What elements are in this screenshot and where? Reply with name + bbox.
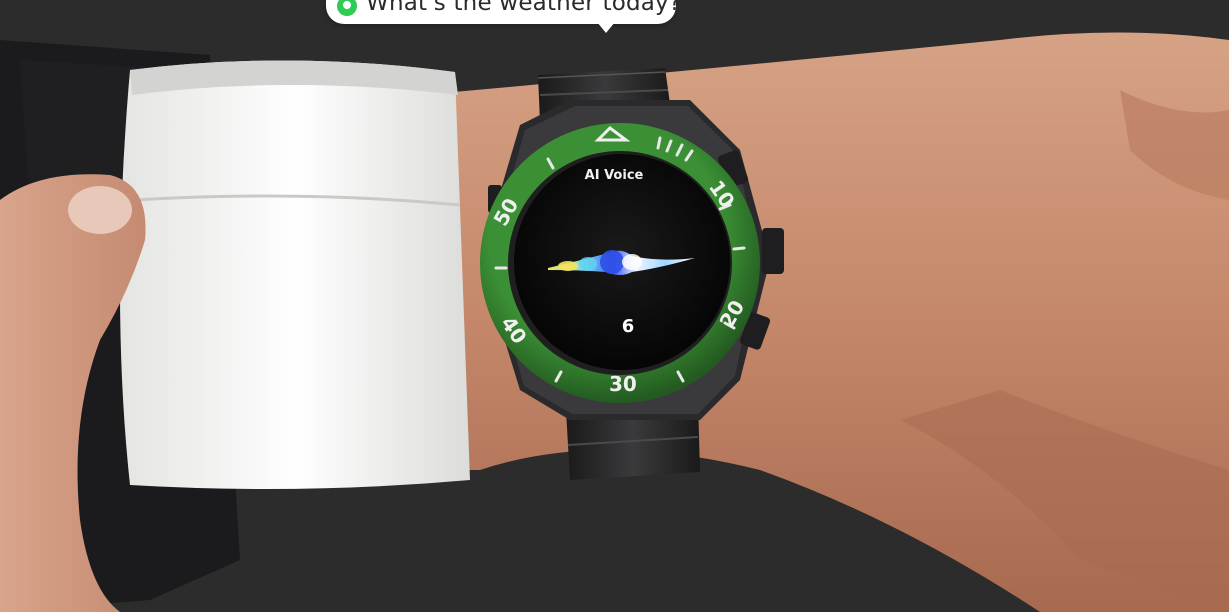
bezel-number-30: 30 (609, 372, 637, 396)
watch-crown (762, 228, 784, 274)
speech-bubble-text: What's the weather today? (366, 0, 682, 16)
screen-title: AI Voice (584, 168, 644, 183)
product-photo: 10 20 30 40 50 What's the weather today?… (0, 0, 1229, 612)
screen-value: 6 (621, 316, 635, 337)
photo-illustration (0, 0, 1229, 612)
thumbnail (68, 186, 132, 234)
shirt-cuff (120, 60, 470, 489)
speech-bubble-tail (597, 22, 615, 33)
